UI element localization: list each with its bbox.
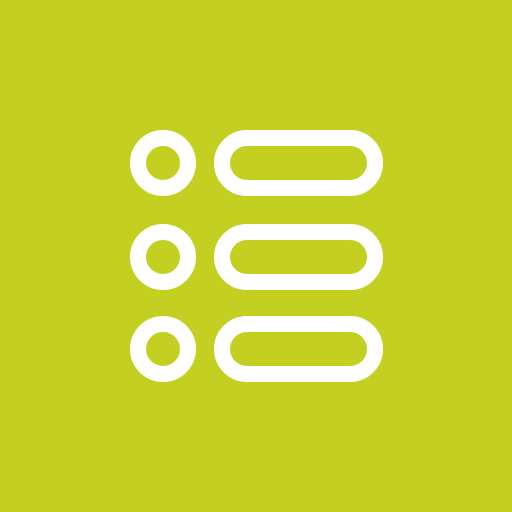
list-bar-pill	[214, 224, 383, 290]
list-icon	[130, 130, 383, 382]
list-bullet-circle	[130, 224, 196, 290]
app-icon-tile	[0, 0, 512, 512]
list-bullet-circle	[130, 130, 196, 196]
list-bar-pill	[214, 316, 383, 382]
list-bar-pill	[214, 130, 383, 196]
list-bullet-circle	[130, 316, 196, 382]
